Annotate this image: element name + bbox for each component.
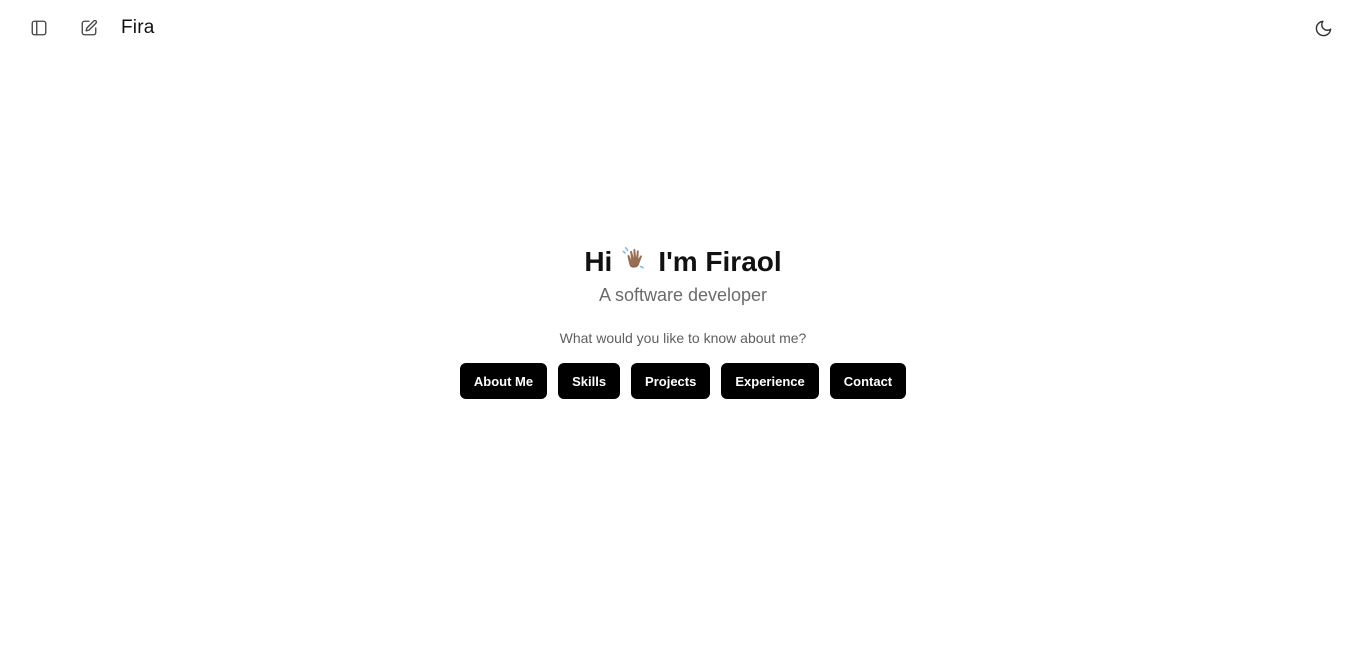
moon-icon xyxy=(1315,20,1331,36)
sidebar-toggle-button[interactable] xyxy=(24,13,54,43)
sidebar-panel-icon xyxy=(31,20,47,36)
brand-title[interactable]: Fira xyxy=(121,16,155,40)
about-me-button[interactable]: About Me xyxy=(459,363,548,399)
greeting-name: I'm Firaol xyxy=(658,246,782,277)
top-bar: Fira xyxy=(0,0,1366,56)
page: Fira Hi I'm Firaol A software developer … xyxy=(0,0,1366,646)
edit-square-icon xyxy=(81,19,98,36)
quick-action-buttons: About Me Skills Projects Experience Cont… xyxy=(0,363,1366,399)
greeting-heading: Hi I'm Firaol xyxy=(0,244,1366,280)
subtitle: A software developer xyxy=(598,285,768,305)
experience-button[interactable]: Experience xyxy=(721,363,819,399)
projects-button[interactable]: Projects xyxy=(631,363,711,399)
theme-toggle-button[interactable] xyxy=(1308,13,1338,43)
contact-button[interactable]: Contact xyxy=(829,363,907,399)
waving-hand-icon xyxy=(622,247,645,269)
skills-button[interactable]: Skills xyxy=(558,363,621,399)
prompt-text: What would you like to know about me? xyxy=(559,330,807,346)
new-chat-button[interactable] xyxy=(74,13,104,43)
hero-section: Hi I'm Firaol A software developer What … xyxy=(0,244,1366,399)
greeting-prefix: Hi xyxy=(584,246,613,277)
